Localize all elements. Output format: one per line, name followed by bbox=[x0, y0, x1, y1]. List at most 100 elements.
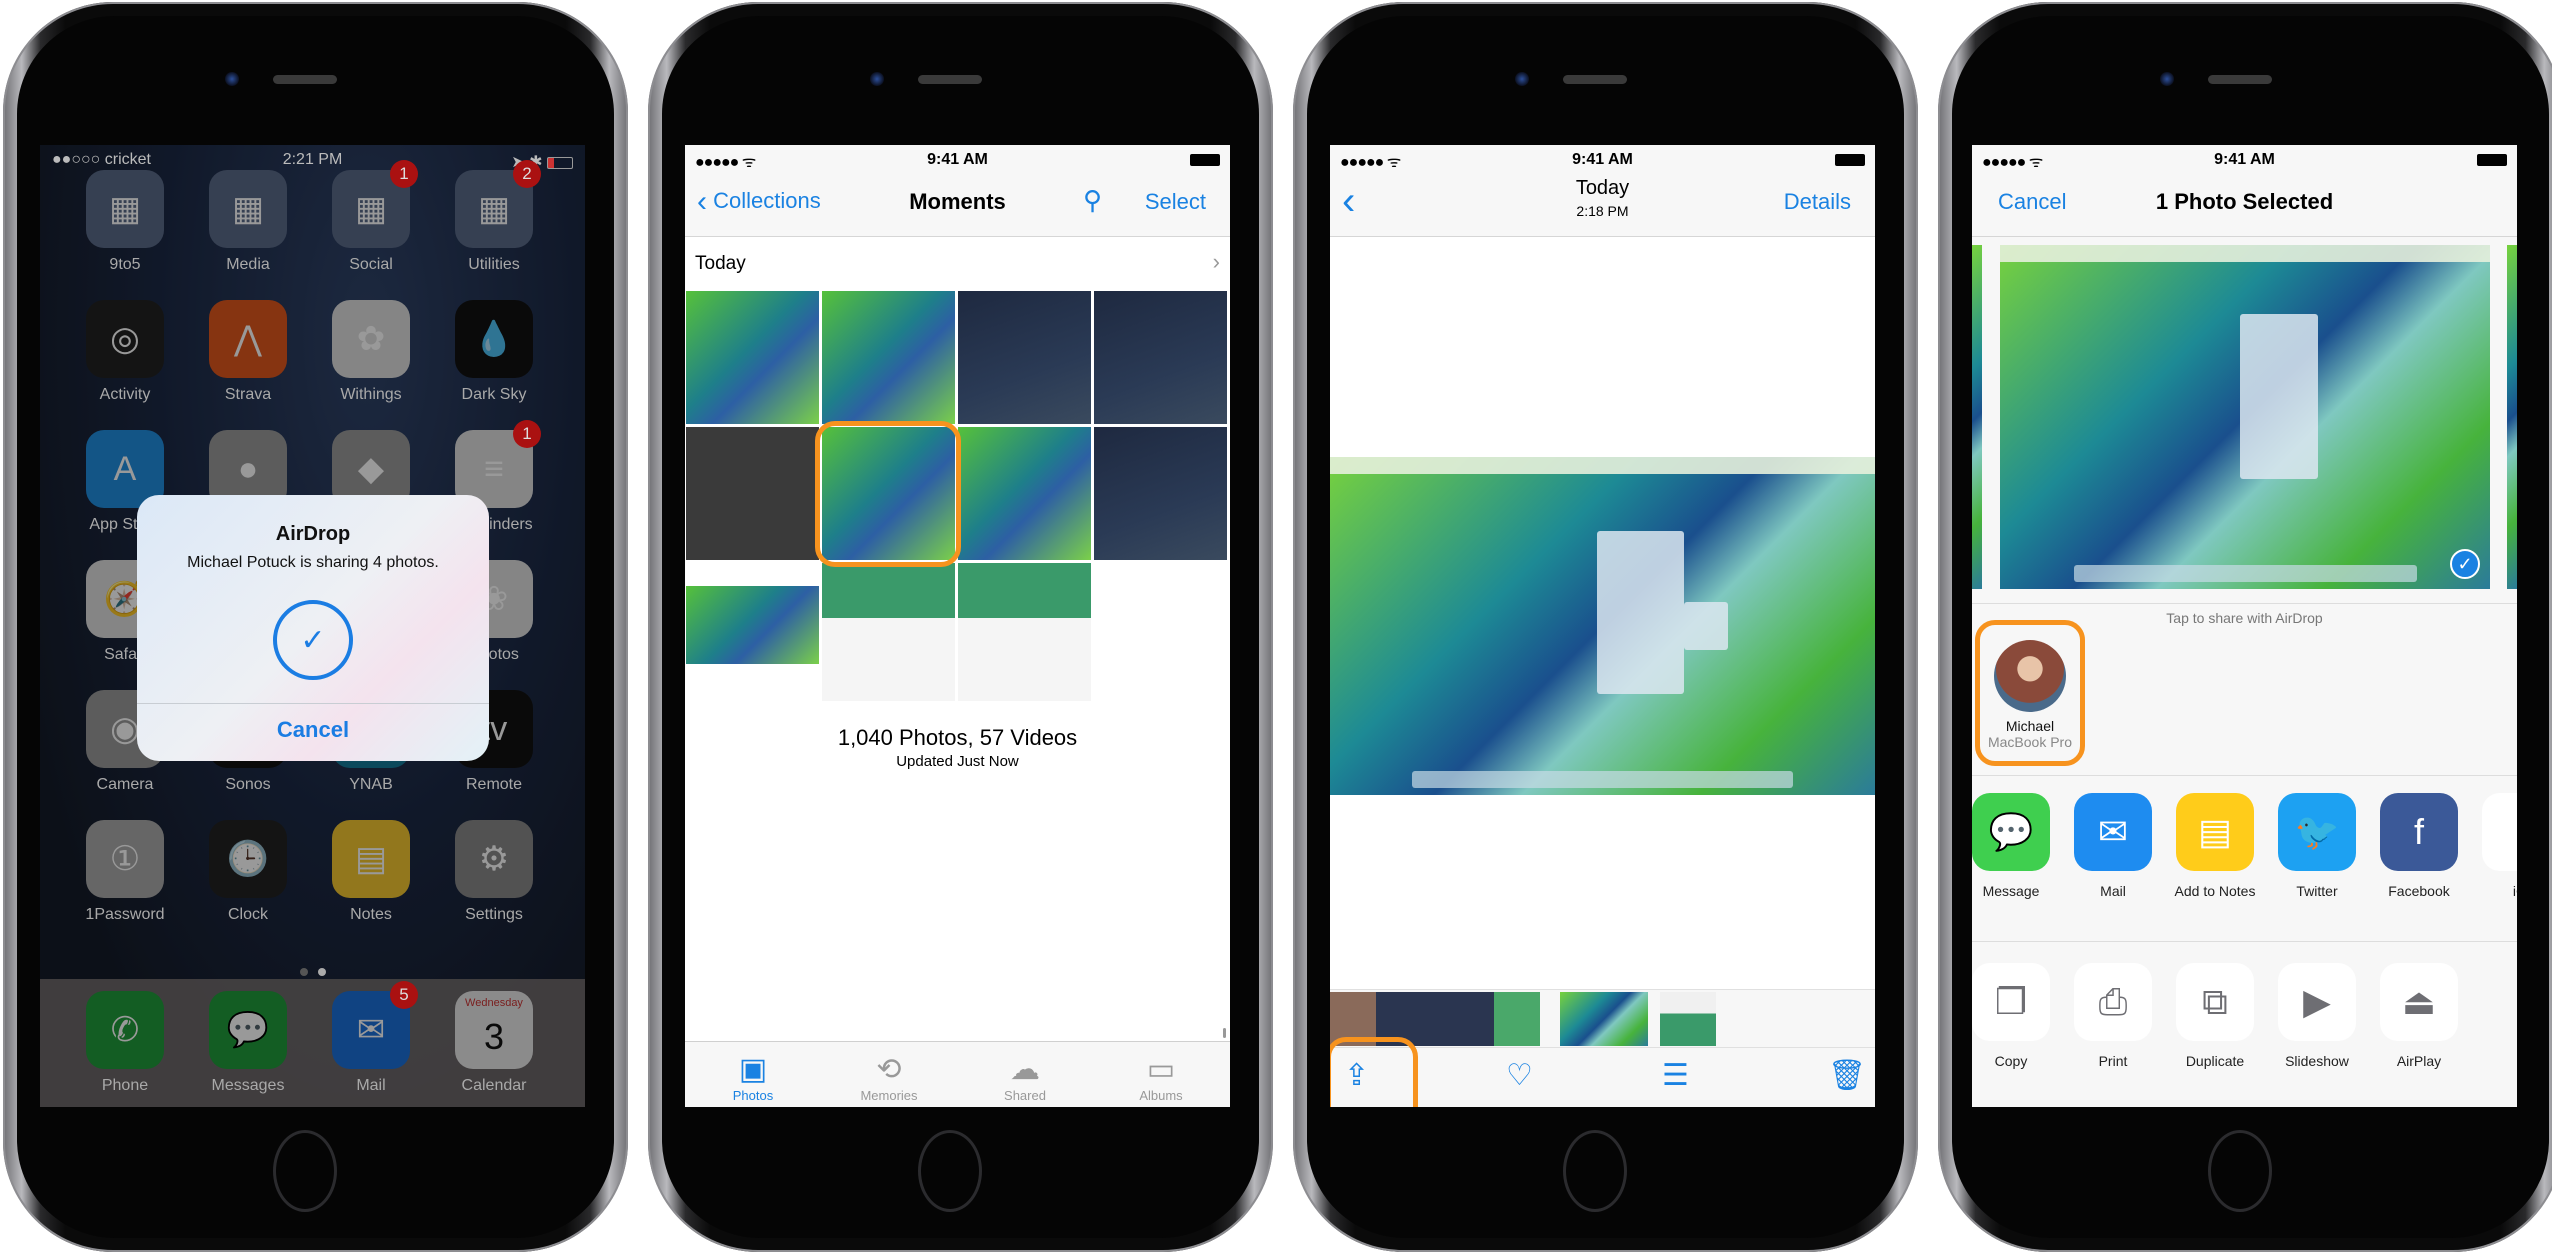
battery-low-icon bbox=[547, 156, 573, 169]
app-label: Remote bbox=[465, 776, 523, 793]
photo-thumbnail[interactable] bbox=[685, 426, 820, 561]
share-app-label: Facebook bbox=[2388, 883, 2450, 899]
action-label: Print bbox=[2098, 1053, 2128, 1069]
highlight-share-button bbox=[1330, 1037, 1418, 1107]
action-copy[interactable]: ❐ Copy bbox=[1972, 963, 2056, 1069]
share-app-icl[interactable]: ● iCl bbox=[2476, 793, 2517, 899]
app-icon-withings[interactable]: ✿ Withings bbox=[316, 300, 426, 404]
tab-shared[interactable]: ☁ Shared bbox=[957, 1052, 1093, 1103]
dock-app-mail[interactable]: ✉ 5 Mail bbox=[316, 981, 426, 1095]
photo-thumbnail[interactable] bbox=[1093, 426, 1228, 561]
airdrop-alert: AirDrop Michael Potuck is sharing 4 phot… bbox=[137, 495, 489, 761]
battery-icon bbox=[1835, 154, 1865, 166]
front-camera bbox=[2160, 72, 2174, 86]
select-button[interactable]: Select bbox=[1145, 189, 1206, 215]
next-photo-preview[interactable] bbox=[2507, 245, 2517, 589]
app-icon-dark-sky[interactable]: 💧 Dark Sky bbox=[439, 300, 549, 404]
share-submenu bbox=[1684, 602, 1728, 650]
notes-icon: ▤ bbox=[2176, 793, 2254, 871]
app-label: Media bbox=[226, 256, 270, 273]
trash-icon[interactable]: 🗑 bbox=[1828, 1058, 1866, 1093]
prev-photo-preview[interactable] bbox=[1972, 245, 1982, 589]
app-label: Notes bbox=[350, 906, 392, 923]
folder-icon: ▦ bbox=[86, 170, 164, 248]
app-label: Strava bbox=[224, 386, 272, 403]
selected-photo-preview[interactable]: ✓ bbox=[2000, 245, 2490, 589]
home-button[interactable] bbox=[918, 1130, 982, 1212]
folder-icon: ▦ bbox=[209, 170, 287, 248]
app-label: Clock bbox=[227, 906, 268, 923]
share-app-message[interactable]: 💬 Message bbox=[1972, 793, 2056, 899]
tab-albums[interactable]: ▭ Albums bbox=[1093, 1052, 1229, 1103]
thumbnail-scrubber[interactable] bbox=[1330, 989, 1875, 1047]
scrollbar[interactable] bbox=[1223, 1028, 1226, 1038]
divider bbox=[137, 703, 489, 704]
share-app-mail[interactable]: ✉ Mail bbox=[2068, 793, 2158, 899]
action-airplay[interactable]: ⏏ AirPlay bbox=[2374, 963, 2464, 1069]
messages-icon: 💬 bbox=[1972, 793, 2050, 871]
twitter-icon: 🐦 bbox=[2278, 793, 2356, 871]
photo-thumbnail[interactable] bbox=[957, 426, 1092, 561]
selected-checkmark-icon[interactable]: ✓ bbox=[2450, 549, 2480, 579]
app-label: Activity bbox=[99, 386, 151, 403]
app-label: Camera bbox=[96, 776, 154, 793]
home-button[interactable] bbox=[1563, 1130, 1627, 1212]
tab-bar: ▣ Photos ⟲ Memories ☁ Shared ▭ Albums bbox=[685, 1041, 1230, 1107]
tab-memories[interactable]: ⟲ Memories bbox=[821, 1052, 957, 1103]
action-duplicate[interactable]: ⧉ Duplicate bbox=[2170, 963, 2260, 1069]
photo-thumbnail[interactable] bbox=[685, 290, 820, 425]
app-label: Mail bbox=[356, 1077, 386, 1094]
settings-gear-icon: ⚙ bbox=[455, 820, 533, 898]
share-app-twitter[interactable]: 🐦 Twitter bbox=[2272, 793, 2362, 899]
app-icon-social[interactable]: ▦ 1 Social bbox=[316, 160, 426, 274]
app-icon-9to5[interactable]: ▦ 9to5 bbox=[70, 170, 180, 274]
app-icon-notes[interactable]: ▤ Notes bbox=[316, 820, 426, 924]
battery-icon bbox=[2477, 154, 2507, 166]
details-button[interactable]: Details bbox=[1784, 189, 1851, 215]
photo-thumbnail[interactable] bbox=[821, 290, 956, 425]
app-icon-strava[interactable]: ⋀ Strava bbox=[193, 300, 303, 404]
photo-thumbnail[interactable] bbox=[957, 562, 1092, 702]
app-icon-1password[interactable]: ① 1Password bbox=[70, 820, 180, 924]
home-button[interactable] bbox=[2208, 1130, 2272, 1212]
front-camera bbox=[870, 72, 884, 86]
current-thumbnail bbox=[1560, 992, 1648, 1046]
share-app-add-to-notes[interactable]: ▤ Add to Notes bbox=[2170, 793, 2260, 899]
app-icon-activity[interactable]: ◎ Activity bbox=[70, 300, 180, 404]
photo-thumbnail[interactable] bbox=[685, 585, 820, 665]
status-bar: ●●●●● ᯤ 9:41 AM bbox=[1972, 145, 2517, 175]
photo-view[interactable] bbox=[1330, 457, 1875, 795]
tab-photos[interactable]: ▣ Photos bbox=[685, 1052, 821, 1103]
edit-sliders-icon[interactable]: ☰ bbox=[1662, 1058, 1689, 1093]
action-slideshow[interactable]: ▶ Slideshow bbox=[2272, 963, 2362, 1069]
app-icon-utilities[interactable]: ▦ 2 Utilities bbox=[439, 160, 549, 274]
share-app-facebook[interactable]: f Facebook bbox=[2374, 793, 2464, 899]
app-icon-clock[interactable]: 🕒 Clock bbox=[193, 820, 303, 924]
app-icon-settings[interactable]: ⚙ Settings bbox=[439, 820, 549, 924]
dock-app-messages[interactable]: 💬 Messages bbox=[193, 991, 303, 1095]
section-header-today[interactable]: Today bbox=[695, 253, 746, 275]
albums-tab-icon: ▭ bbox=[1146, 1053, 1176, 1086]
icloud-icon: ● bbox=[2482, 793, 2517, 871]
app-label: Phone bbox=[101, 1077, 149, 1094]
dock-app-calendar[interactable]: Wednesday 3 Calendar bbox=[439, 991, 549, 1095]
app-label: Social bbox=[349, 256, 393, 273]
share-app-label: Add to Notes bbox=[2174, 883, 2256, 899]
dock-app-phone[interactable]: ✆ Phone bbox=[70, 991, 180, 1095]
heart-favorite-icon[interactable]: ♡ bbox=[1506, 1058, 1533, 1093]
status-bar: ●●●●● ᯤ 9:41 AM bbox=[1330, 145, 1875, 175]
search-icon[interactable]: ⚲ bbox=[1083, 185, 1102, 216]
dock: ✆ Phone 💬 Messages ✉ 5 Mail Wednesday 3 Calendar bbox=[40, 979, 585, 1107]
photo-thumbnail[interactable] bbox=[821, 562, 956, 702]
home-button[interactable] bbox=[273, 1130, 337, 1212]
1password-icon: ① bbox=[86, 820, 164, 898]
alert-cancel-button[interactable]: Cancel bbox=[137, 717, 489, 743]
chevron-right-icon[interactable]: › bbox=[1213, 249, 1220, 275]
photo-thumbnail[interactable] bbox=[957, 290, 1092, 425]
print-icon: ⎙ bbox=[2074, 963, 2152, 1041]
action-print[interactable]: ⎙ Print bbox=[2068, 963, 2158, 1069]
withings-icon: ✿ bbox=[332, 300, 410, 378]
app-icon-media[interactable]: ▦ Media bbox=[193, 170, 303, 274]
photo-thumbnail[interactable] bbox=[1093, 290, 1228, 425]
notification-badge: 5 bbox=[390, 981, 418, 1009]
